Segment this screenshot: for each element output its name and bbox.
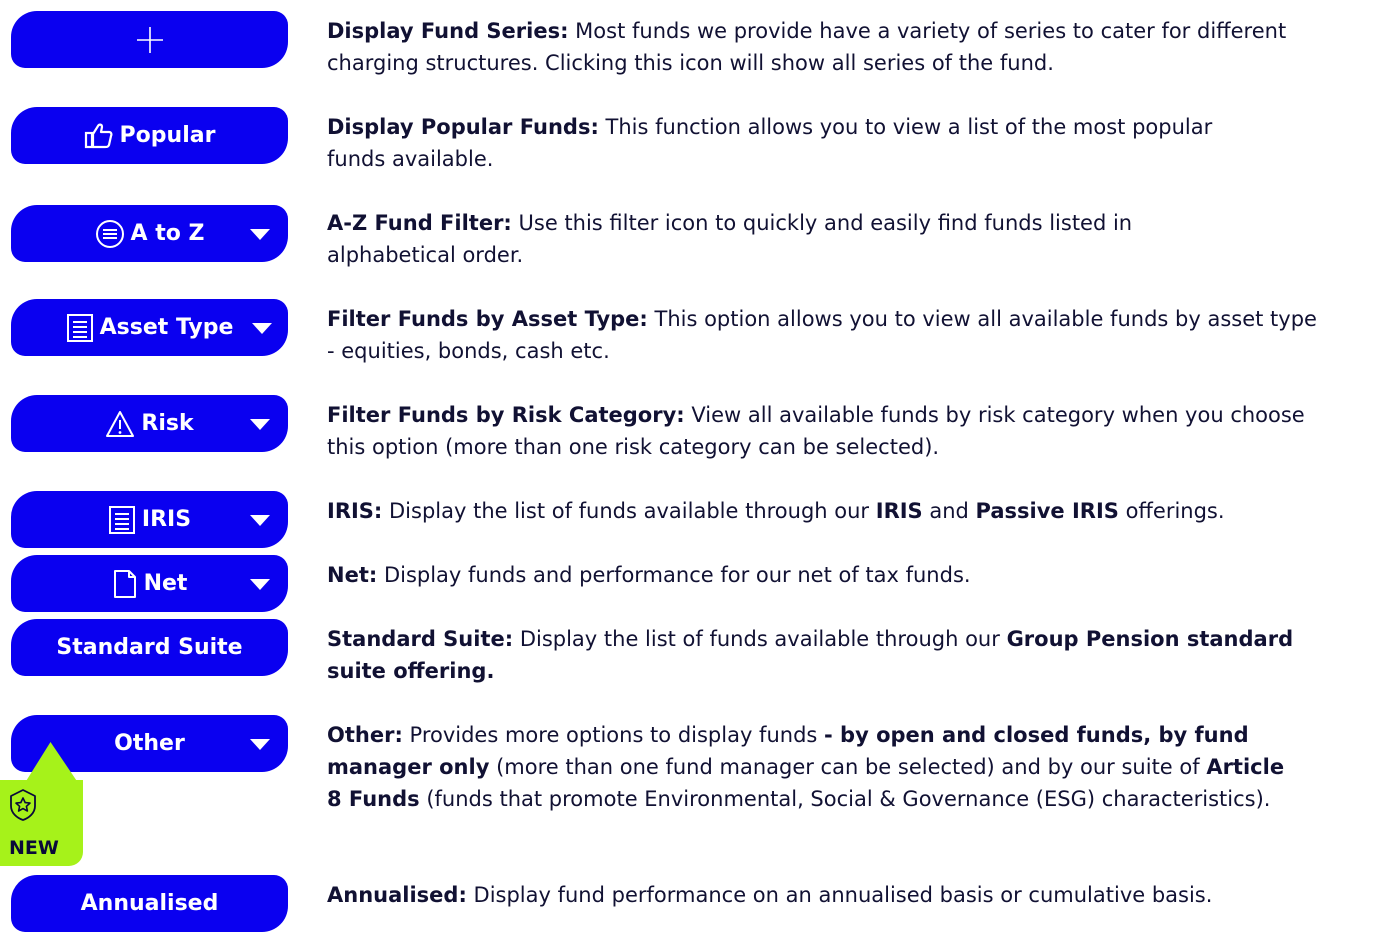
new-badge: NEW (0, 780, 83, 866)
description-a-to-z: A-Z Fund Filter: Use this filter icon to… (327, 211, 1133, 267)
document-icon (112, 569, 138, 599)
popular-label: Popular (119, 123, 216, 148)
description-annualised: Annualised: Display fund performance on … (327, 883, 1213, 907)
list-circle-icon (95, 219, 125, 249)
net-filter-button[interactable]: Net (11, 555, 288, 612)
chevron-down-icon (250, 418, 270, 430)
description-asset-type: Filter Funds by Asset Type: This option … (327, 307, 1317, 363)
description-net: Net: Display funds and performance for o… (327, 563, 971, 587)
annualised-button[interactable]: Annualised (11, 875, 288, 932)
chevron-down-icon (250, 738, 270, 750)
description-fund-series: Display Fund Series: Most funds we provi… (327, 19, 1287, 75)
warning-triangle-icon (105, 410, 135, 438)
standard-suite-label: Standard Suite (56, 635, 243, 660)
description-popular: Display Popular Funds: This function all… (327, 115, 1213, 171)
annualised-label: Annualised (80, 891, 219, 916)
description-risk: Filter Funds by Risk Category: View all … (327, 403, 1305, 459)
a-to-z-label: A to Z (130, 221, 205, 246)
popular-button[interactable]: Popular (11, 107, 288, 164)
risk-label: Risk (141, 411, 194, 436)
chevron-down-icon (252, 322, 272, 334)
iris-filter-button[interactable]: IRIS (11, 491, 288, 548)
chevron-down-icon (250, 514, 270, 526)
description-other: Other: Provides more options to display … (327, 723, 1285, 811)
description-standard-suite: Standard Suite: Display the list of fund… (327, 627, 1294, 683)
other-label: Other (114, 731, 185, 756)
chevron-down-icon (250, 578, 270, 590)
star-shield-icon (6, 788, 40, 822)
display-fund-series-button[interactable] (11, 11, 288, 68)
asset-type-filter-button[interactable]: Asset Type (11, 299, 288, 356)
thumbs-up-icon (84, 122, 114, 150)
iris-label: IRIS (141, 507, 192, 532)
chevron-down-icon (250, 228, 270, 240)
standard-suite-button[interactable]: Standard Suite (11, 619, 288, 676)
document-lines-icon (66, 313, 94, 343)
asset-type-label: Asset Type (99, 315, 234, 340)
description-iris: IRIS: Display the list of funds availabl… (327, 499, 1225, 523)
plus-icon (135, 25, 165, 55)
net-label: Net (143, 571, 188, 596)
new-badge-label: NEW (9, 837, 59, 859)
risk-filter-button[interactable]: Risk (11, 395, 288, 452)
a-to-z-filter-button[interactable]: A to Z (11, 205, 288, 262)
document-lines-icon (108, 505, 136, 535)
